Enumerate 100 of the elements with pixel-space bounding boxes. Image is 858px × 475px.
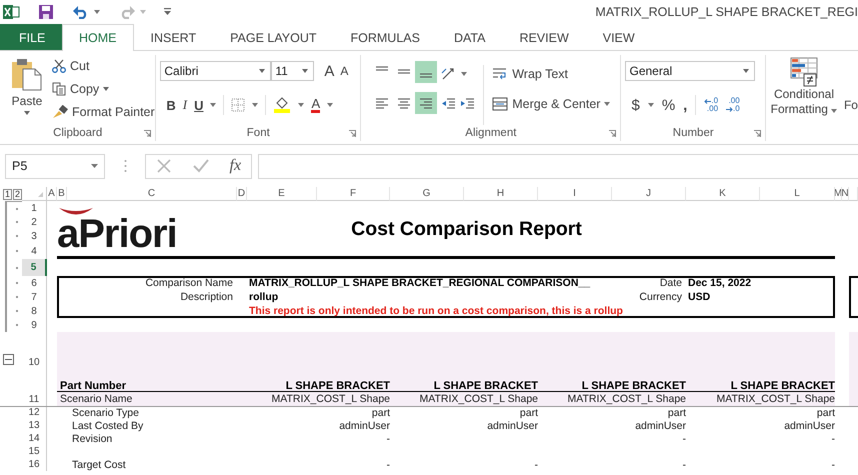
caret-icon[interactable]: [91, 164, 98, 168]
caret-icon[interactable]: [210, 103, 216, 107]
caret-icon[interactable]: [24, 111, 30, 115]
row-header[interactable]: 15: [22, 445, 47, 458]
row-header[interactable]: 11: [22, 392, 47, 406]
percent-button[interactable]: %: [662, 96, 676, 114]
ribbon-tab[interactable]: FORMULAS: [334, 24, 437, 50]
row-header[interactable]: 3: [22, 229, 47, 243]
underline-button[interactable]: U: [194, 98, 204, 112]
ribbon-tab[interactable]: PAGE LAYOUT: [213, 24, 334, 50]
align-center-icon[interactable]: [397, 97, 412, 109]
insert-function-button[interactable]: fx: [230, 157, 242, 175]
caret-icon[interactable]: [648, 103, 654, 107]
check-icon[interactable]: [192, 158, 210, 174]
column-header[interactable]: H: [464, 187, 538, 201]
fill-bucket-icon[interactable]: [273, 97, 292, 113]
grow-font-button[interactable]: A: [324, 62, 334, 80]
caret-icon[interactable]: [94, 10, 100, 14]
ribbon-tab[interactable]: FILE: [0, 24, 62, 50]
font-name-field[interactable]: Calibri: [160, 61, 272, 81]
column-header[interactable]: A: [47, 187, 57, 201]
row-header[interactable]: 1: [22, 201, 47, 215]
column-header[interactable]: N: [842, 187, 849, 201]
ribbon-tab[interactable]: VIEW: [586, 24, 652, 50]
column-header[interactable]: F: [317, 187, 390, 201]
row-header[interactable]: 6: [22, 276, 47, 290]
dialog-launcher-icon[interactable]: [349, 130, 356, 137]
outline-level-button[interactable]: 1: [3, 188, 12, 200]
ribbon-tab[interactable]: DATA: [436, 24, 502, 50]
comma-button[interactable]: ,: [683, 96, 688, 114]
column-header[interactable]: G: [390, 187, 464, 201]
caret-icon[interactable]: [252, 103, 258, 107]
caret-icon[interactable]: [743, 69, 750, 73]
wrap-text-button[interactable]: Wrap Text: [492, 65, 610, 83]
row-header[interactable]: 16: [22, 458, 47, 471]
caret-icon[interactable]: [461, 72, 468, 76]
number-format-field[interactable]: General: [625, 61, 756, 81]
caret-icon[interactable]: [259, 69, 266, 73]
conditional-formatting-icon[interactable]: [790, 57, 818, 87]
font-color-button[interactable]: A: [311, 97, 320, 113]
excel-icon[interactable]: [3, 4, 20, 20]
left-arrow-icon[interactable]: [704, 98, 712, 104]
align-button[interactable]: [415, 61, 438, 83]
borders-icon[interactable]: [231, 98, 246, 112]
align-right-icon[interactable]: [419, 97, 434, 109]
column-header[interactable]: L: [760, 187, 835, 201]
bold-button[interactable]: B: [166, 98, 176, 112]
copy-icon[interactable]: [52, 82, 66, 96]
column-header[interactable]: M: [835, 187, 842, 201]
ribbon-tab[interactable]: REVIEW: [502, 24, 586, 50]
caret-icon[interactable]: [103, 87, 110, 91]
column-header[interactable]: I: [538, 187, 612, 201]
row-header[interactable]: 12: [22, 406, 47, 419]
cut-button[interactable]: Cut: [52, 57, 155, 75]
shrink-font-button[interactable]: A: [340, 64, 348, 78]
paintbrush-icon[interactable]: [52, 105, 68, 119]
name-box[interactable]: P5: [5, 154, 105, 178]
format-as-table-button[interactable]: Fo: [844, 98, 858, 112]
paste-button[interactable]: Paste: [6, 55, 48, 125]
row-header[interactable]: 13: [22, 419, 47, 432]
row-header[interactable]: 5: [22, 259, 47, 276]
caret-icon[interactable]: [604, 102, 610, 106]
row-header[interactable]: 10: [22, 332, 47, 392]
row-header[interactable]: 2: [22, 215, 47, 229]
column-header[interactable]: K: [686, 187, 760, 201]
increase-decimal-button[interactable]: .0 .00: [704, 97, 718, 113]
dialog-launcher-icon[interactable]: [144, 130, 152, 137]
ribbon-tab[interactable]: HOME: [62, 24, 134, 51]
wrap-text-icon[interactable]: [492, 67, 508, 81]
caret-icon[interactable]: [302, 69, 308, 73]
currency-button[interactable]: $: [631, 96, 640, 114]
column-header[interactable]: D: [237, 187, 247, 201]
italic-button[interactable]: I: [182, 97, 188, 113]
dialog-launcher-icon[interactable]: [754, 130, 761, 137]
right-arrow-icon[interactable]: [726, 106, 734, 112]
format-painter-button[interactable]: Format Painter: [52, 103, 155, 121]
caret-icon[interactable]: [298, 103, 304, 107]
dialog-launcher-icon[interactable]: [609, 130, 616, 137]
decrease-indent-icon[interactable]: [441, 98, 456, 110]
increase-indent-icon[interactable]: [460, 98, 476, 110]
column-header[interactable]: E: [247, 187, 317, 201]
scissors-icon[interactable]: [52, 59, 66, 73]
caret-icon[interactable]: [327, 103, 334, 107]
save-icon[interactable]: [38, 4, 54, 20]
font-size-field[interactable]: 11: [271, 61, 314, 81]
customize-toolbar-icon[interactable]: [164, 8, 171, 16]
drag-handle-icon[interactable]: [124, 159, 127, 173]
conditional-formatting-button[interactable]: Conditional Formatting: [766, 55, 842, 141]
outline-level-button[interactable]: 2: [13, 188, 22, 200]
caret-icon[interactable]: [831, 109, 838, 113]
merge-center-button[interactable]: Merge & Center: [492, 95, 610, 113]
row-header[interactable]: 7: [22, 290, 47, 304]
column-header[interactable]: J: [612, 187, 686, 201]
clipboard-icon[interactable]: [11, 57, 43, 91]
copy-button[interactable]: Copy: [52, 80, 155, 98]
row-header[interactable]: 8: [22, 304, 47, 318]
align-left-icon[interactable]: [375, 97, 390, 109]
align-button[interactable]: [415, 92, 438, 114]
column-header[interactable]: C: [67, 187, 237, 201]
merge-cells-icon[interactable]: [492, 97, 508, 111]
